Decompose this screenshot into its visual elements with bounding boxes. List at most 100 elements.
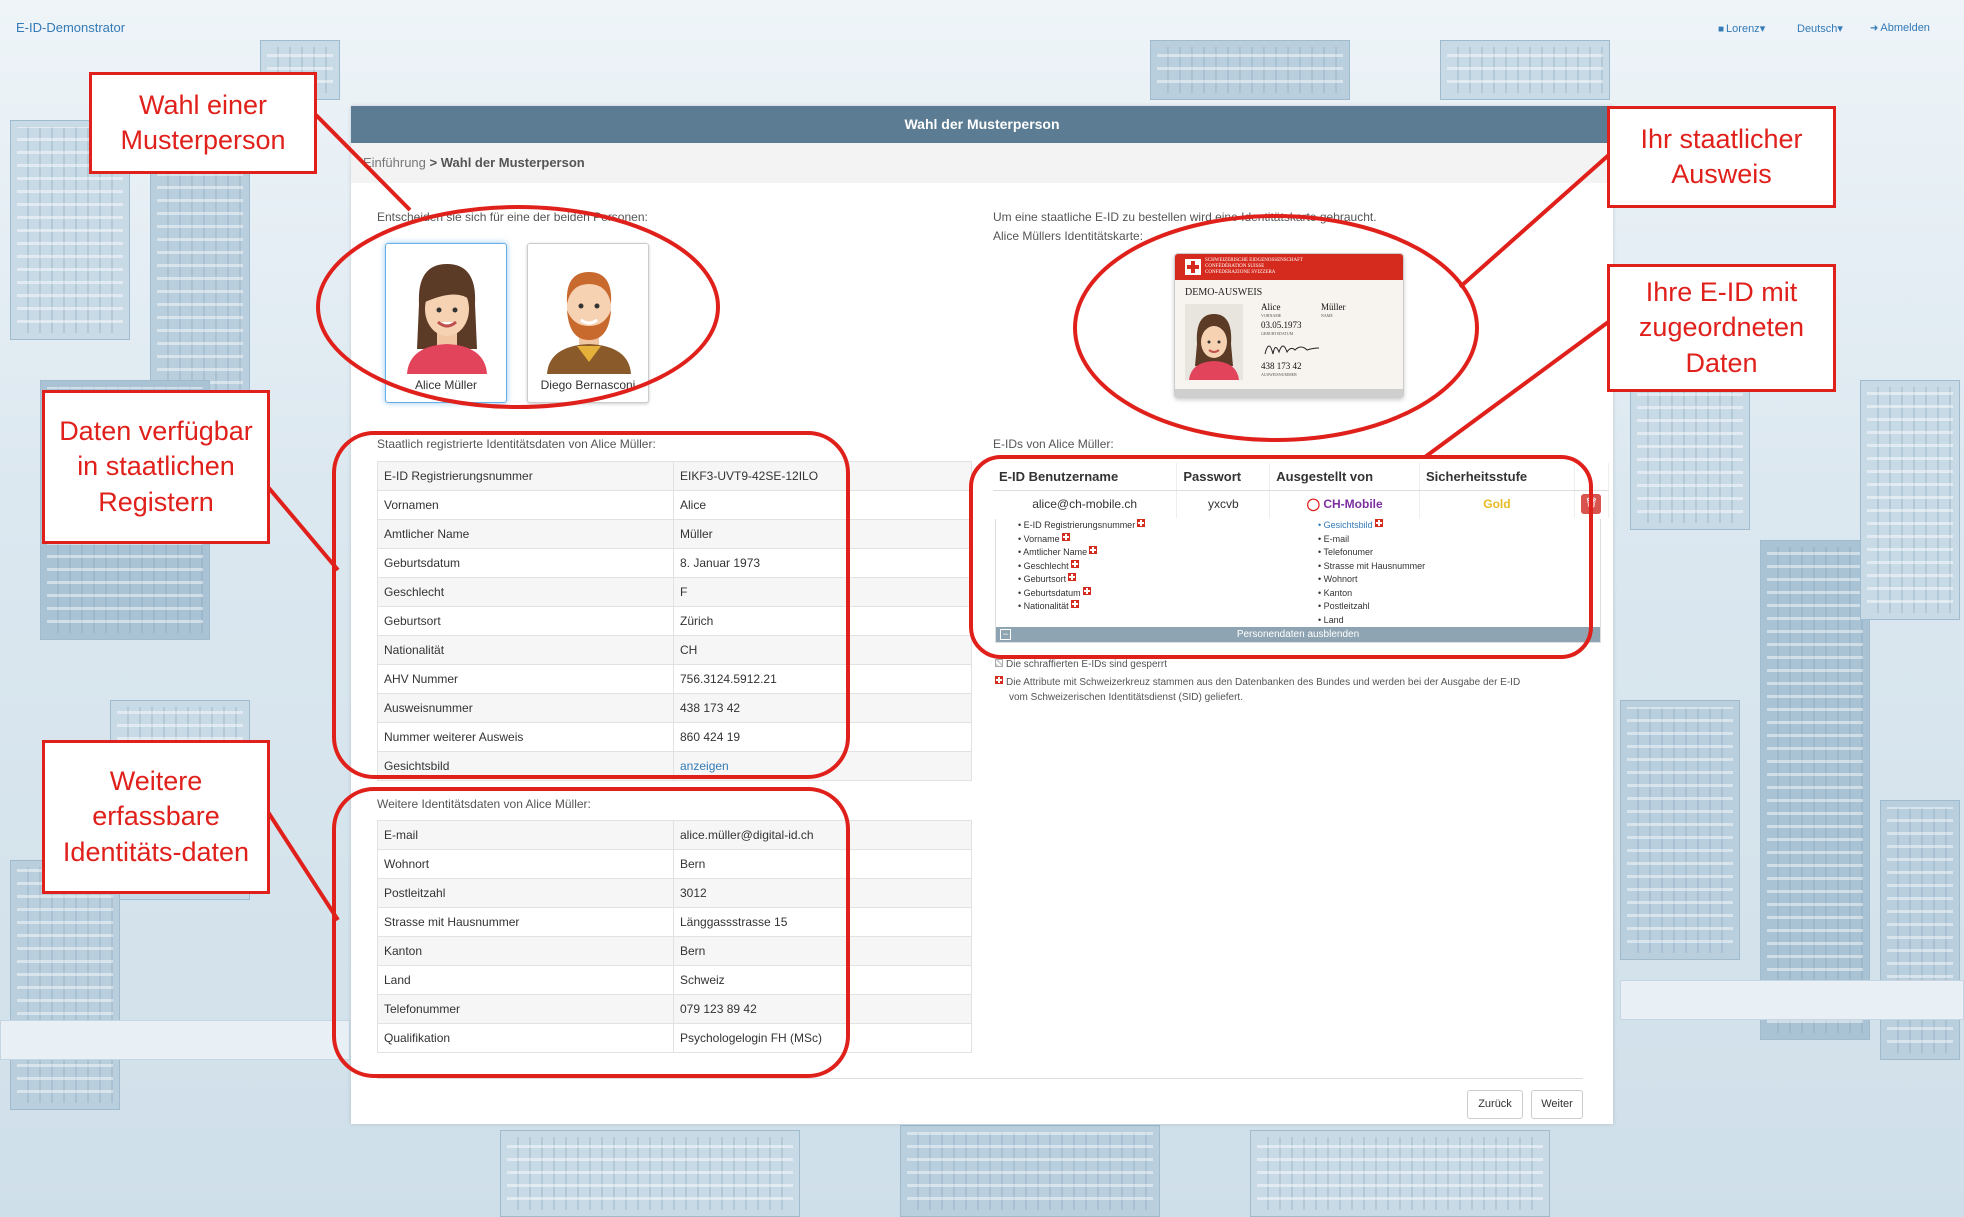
table-row: E-mail alice.müller@digital-id.ch xyxy=(377,820,972,850)
id-card-given: Alice xyxy=(1261,302,1281,312)
annotation-state-registers: Daten verfügbar in staatlichen Registern xyxy=(42,390,270,544)
id-card-surname: Müller xyxy=(1321,302,1346,312)
diego-avatar xyxy=(547,272,631,374)
table-row[interactable]: alice@ch-mobile.ch yxcvb ◯ CH-Mobile Gol… xyxy=(993,490,1610,518)
row-value: Bern xyxy=(673,849,972,879)
row-label: Kanton xyxy=(377,936,674,966)
row-value: 438 173 42 xyxy=(673,693,972,723)
breadcrumb-current: Wahl der Musterperson xyxy=(440,155,585,170)
swiss-cross-icon xyxy=(1137,519,1146,527)
row-label: Gesichtsbild xyxy=(377,751,674,781)
column-header: E-ID Benutzername xyxy=(993,463,1178,491)
table-row: E-ID Registrierungsnummer EIKF3-UVT9-42SE… xyxy=(377,461,972,491)
id-card-dob: 03.05.1973 xyxy=(1261,320,1302,330)
attribute-label: Strasse mit Hausnummer xyxy=(1323,560,1426,571)
footer-divider xyxy=(377,1078,1583,1079)
id-card-signature xyxy=(1264,345,1320,355)
attribute-label: Geschlecht xyxy=(1023,560,1069,571)
row-value: anzeigen xyxy=(673,751,972,781)
attribute-label: Geburtsdatum xyxy=(1023,587,1081,598)
table-row: Geburtsdatum 8. Januar 1973 xyxy=(377,548,972,578)
id-info-line1: Um eine staatliche E-ID zu bestellen wir… xyxy=(993,210,1377,224)
brand-link[interactable]: E-ID-Demonstrator xyxy=(16,20,125,35)
swiss-cross-icon xyxy=(1185,259,1201,275)
minus-icon: − xyxy=(1000,629,1011,640)
caret-down-icon: ▾ xyxy=(1759,23,1766,35)
row-label: Nationalität xyxy=(377,635,674,665)
user-menu[interactable]: ■ Lorenz▾ xyxy=(1718,22,1765,35)
annotation-state-id: Ihr staatlicher Ausweis xyxy=(1607,106,1836,208)
list-item: Postleitzahl xyxy=(1318,600,1425,614)
eid-level: Gold xyxy=(1419,490,1575,518)
id-info-line2: Alice Müllers Identitätskarte: xyxy=(993,229,1144,243)
attribute-label: E-mail xyxy=(1323,533,1350,544)
top-navbar: E-ID-Demonstrator ■ Lorenz▾ Deutsch▾ ➜ Abm… xyxy=(0,0,1964,56)
column-header: Passwort xyxy=(1176,463,1271,491)
caret-down-icon: ▾ xyxy=(1837,23,1843,35)
logout-icon: ➜ xyxy=(1870,23,1879,34)
panel-title: Wahl der Musterperson xyxy=(351,106,1613,143)
list-item: Land xyxy=(1318,614,1425,628)
attribute-label: Nationalität xyxy=(1023,601,1069,611)
ch-mobile-logo-icon: ◯ xyxy=(1306,497,1320,512)
attribute-label: Telefonumer xyxy=(1323,547,1374,557)
table-row: Nationalität CH xyxy=(377,635,972,665)
table-row: Vornamen Alice xyxy=(377,490,972,520)
breadcrumb-intro[interactable]: Einführung xyxy=(363,155,426,170)
table-row: Amtlicher Name Müller xyxy=(377,519,972,549)
alice-avatar xyxy=(407,264,487,374)
row-value: Schweiz xyxy=(673,965,972,995)
row-label: Amtlicher Name xyxy=(377,519,674,549)
person-card-diego[interactable]: Diego Bernasconi xyxy=(527,243,649,403)
row-value: 756.3124.5912.21 xyxy=(673,664,972,694)
language-menu[interactable]: Deutsch▾ xyxy=(1797,22,1843,35)
id-card-number-label: AUSWEISNUMMER xyxy=(1261,372,1297,377)
list-item: Nationalität xyxy=(1018,600,1145,614)
hide-personal-data-bar[interactable]: − Personendaten ausblenden xyxy=(996,627,1600,642)
swiss-cross-icon xyxy=(1374,519,1383,527)
row-value: Müller xyxy=(673,519,972,549)
list-item: Amtlicher Name xyxy=(1018,546,1145,560)
id-card: SCHWEIZERISCHE EIDGENOSSENSCHAFT CONFÉDÉ… xyxy=(1174,253,1404,398)
person-card-alice[interactable]: Alice Müller xyxy=(385,243,507,403)
next-button[interactable]: Weiter xyxy=(1531,1090,1583,1119)
attribute-label: Amtlicher Name xyxy=(1023,547,1088,557)
list-item: Strasse mit Hausnummer xyxy=(1318,560,1426,574)
back-button[interactable]: Zurück xyxy=(1467,1090,1523,1119)
swiss-cross-icon xyxy=(1089,546,1098,554)
hatch-icon xyxy=(995,659,1003,667)
show-face-image-link[interactable]: anzeigen xyxy=(680,759,729,773)
eid-username: alice@ch-mobile.ch xyxy=(993,490,1178,518)
eid-issuer: ◯ CH-Mobile xyxy=(1269,490,1420,518)
attribute-list-left: E-ID Registrierungsnummer Vorname Amtliche… xyxy=(1018,519,1146,614)
other-data-heading: Weitere Identitätsdaten von Alice Müller… xyxy=(377,797,591,811)
note-swiss-cross: Die Attribute mit Schweizerkreuz stammen… xyxy=(995,675,1595,705)
attribute-label: Land xyxy=(1323,614,1344,625)
note-blocked: Die schraffierten E-IDs sind gesperrt xyxy=(995,659,1167,670)
eid-attributes-panel: E-ID Registrierungsnummer Vorname Amtliche… xyxy=(995,519,1601,643)
attribute-label[interactable]: Gesichtsbild xyxy=(1324,520,1373,530)
attribute-label: E-ID Registrierungsnummer xyxy=(1023,520,1136,530)
row-value: Länggassstrasse 15 xyxy=(673,907,972,937)
delete-icon[interactable]: 🗑 xyxy=(1581,494,1602,515)
row-label: Nummer weiterer Ausweis xyxy=(377,722,674,752)
row-value: Psychologelogin FH (MSc) xyxy=(673,1023,972,1053)
table-row: Kanton Bern xyxy=(377,936,972,966)
row-value: alice.müller@digital-id.ch xyxy=(673,820,972,850)
breadcrumb: Einführung > Wahl der Musterperson xyxy=(351,143,1613,183)
id-card-photo xyxy=(1185,304,1243,380)
logout-link[interactable]: ➜ Abmelden xyxy=(1870,22,1930,34)
table-row: Geburtsort Zürich xyxy=(377,606,972,636)
id-card-title: DEMO-AUSWEIS xyxy=(1185,287,1263,298)
person-name: Diego Bernasconi xyxy=(540,378,636,392)
table-row: Qualifikation Psychologelogin FH (MSc) xyxy=(377,1023,972,1053)
list-item: Wohnort xyxy=(1318,573,1425,587)
table-row: Nummer weiterer Ausweis 860 424 19 xyxy=(377,722,972,752)
swiss-cross-icon xyxy=(1070,600,1079,608)
swiss-cross-icon xyxy=(1061,532,1070,541)
swiss-cross-icon xyxy=(995,676,1003,684)
row-value: Bern xyxy=(673,936,972,966)
swiss-cross-icon xyxy=(1082,586,1091,595)
row-label: E-ID Registrierungsnummer xyxy=(377,461,674,491)
id-card-number: 438 173 42 xyxy=(1261,361,1302,371)
